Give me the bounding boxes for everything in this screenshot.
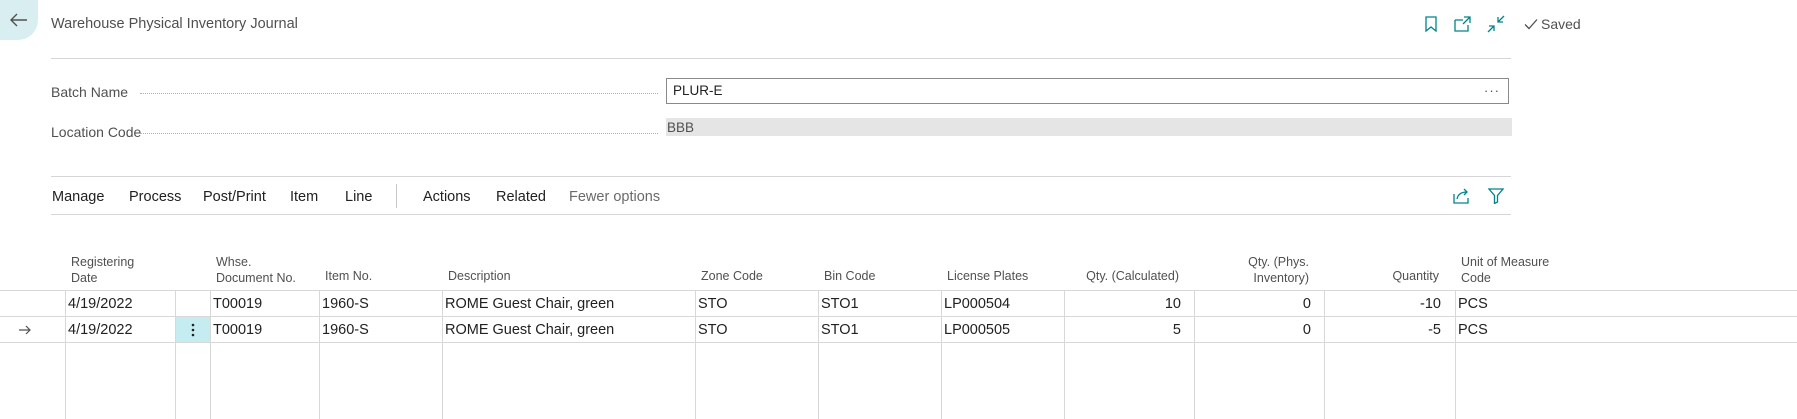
grid-line — [0, 290, 1797, 291]
menu-separator — [396, 184, 397, 208]
cell-whse-document-no[interactable]: T00019 — [213, 291, 262, 317]
cell-bin-code[interactable]: STO1 — [821, 317, 859, 343]
cell-qty-phys-inventory[interactable]: 0 — [1200, 317, 1311, 343]
cell-whse-document-no[interactable]: T00019 — [213, 317, 262, 343]
batch-name-label: Batch Name — [51, 84, 129, 100]
grid-col-line — [1064, 291, 1065, 419]
col-quantity[interactable]: Quantity — [1330, 268, 1439, 284]
cell-qty-calculated[interactable]: 5 — [1070, 317, 1181, 343]
location-code-label: Location Code — [51, 124, 142, 140]
cell-registering-date[interactable]: 4/19/2022 — [68, 317, 133, 343]
menu-line[interactable]: Line — [345, 189, 372, 205]
cell-bin-code[interactable]: STO1 — [821, 291, 859, 317]
cell-registering-date[interactable]: 4/19/2022 — [68, 291, 133, 317]
col-qty-phys-inventory[interactable]: Qty. (Phys. Inventory) — [1200, 254, 1309, 286]
col-item-no[interactable]: Item No. — [325, 268, 372, 284]
filter-icon — [1488, 188, 1504, 204]
cell-zone-code[interactable]: STO — [698, 291, 728, 317]
menu-actions[interactable]: Actions — [423, 189, 471, 205]
col-qty-calculated[interactable]: Qty. (Calculated) — [1070, 268, 1179, 284]
cell-license-plates[interactable]: LP000505 — [944, 317, 1010, 343]
cell-zone-code[interactable]: STO — [698, 317, 728, 343]
grid-col-line — [175, 291, 176, 419]
cell-description[interactable]: ROME Guest Chair, green — [445, 291, 614, 317]
location-code-leader — [140, 133, 658, 134]
saved-status: Saved — [1524, 16, 1581, 32]
open-in-new-window-icon — [1454, 16, 1471, 32]
menu-process[interactable]: Process — [129, 189, 181, 205]
grid-col-line — [818, 291, 819, 419]
cell-unit-of-measure[interactable]: PCS — [1458, 291, 1488, 317]
grid-col-line — [1324, 291, 1325, 419]
cell-quantity[interactable]: -10 — [1330, 291, 1441, 317]
grid-col-line — [695, 291, 696, 419]
fields-divider — [51, 176, 1511, 177]
row-actions-button[interactable] — [176, 317, 210, 342]
col-registering-date[interactable]: Registering Date — [71, 254, 134, 286]
batch-name-field[interactable]: PLUR-E ··· — [666, 78, 1509, 104]
grid-col-line — [1194, 291, 1195, 419]
cell-item-no[interactable]: 1960-S — [322, 291, 369, 317]
share-icon — [1453, 188, 1469, 204]
grid-line — [0, 316, 1797, 317]
share-button[interactable] — [1452, 186, 1472, 206]
collapse-button[interactable] — [1486, 14, 1506, 34]
header-divider — [51, 58, 1511, 59]
grid-col-line — [210, 291, 211, 419]
menu-post-print[interactable]: Post/Print — [203, 189, 266, 205]
grid-line — [0, 342, 1797, 343]
col-unit-of-measure-code[interactable]: Unit of Measure Code — [1461, 254, 1549, 286]
cell-description[interactable]: ROME Guest Chair, green — [445, 317, 614, 343]
cell-quantity[interactable]: -5 — [1330, 317, 1441, 343]
selected-row-indicator — [18, 323, 32, 339]
arrow-right-icon — [19, 325, 31, 335]
grid-col-line — [65, 291, 66, 419]
col-whse-document-no[interactable]: Whse. Document No. — [216, 254, 296, 286]
checkmark-icon — [1524, 19, 1538, 30]
back-button[interactable] — [0, 0, 38, 40]
saved-label: Saved — [1541, 16, 1581, 32]
menu-related[interactable]: Related — [496, 189, 546, 205]
filter-button[interactable] — [1486, 186, 1506, 206]
cell-item-no[interactable]: 1960-S — [322, 317, 369, 343]
bookmark-button[interactable] — [1421, 14, 1441, 34]
cell-unit-of-measure[interactable]: PCS — [1458, 317, 1488, 343]
col-license-plates[interactable]: License Plates — [947, 268, 1028, 284]
menu-item[interactable]: Item — [290, 189, 318, 205]
grid-col-line — [941, 291, 942, 419]
cell-license-plates[interactable]: LP000504 — [944, 291, 1010, 317]
col-zone-code[interactable]: Zone Code — [701, 268, 763, 284]
cell-qty-phys-inventory[interactable]: 0 — [1200, 291, 1311, 317]
collapse-icon — [1487, 15, 1505, 33]
arrow-left-icon — [10, 13, 27, 27]
batch-name-value: PLUR-E — [673, 83, 723, 98]
vertical-ellipsis-icon — [191, 323, 195, 336]
location-code-field: BBB — [666, 118, 1512, 136]
open-new-window-button[interactable] — [1453, 14, 1473, 34]
menu-manage[interactable]: Manage — [52, 189, 104, 205]
page-title: Warehouse Physical Inventory Journal — [51, 16, 298, 32]
col-bin-code[interactable]: Bin Code — [824, 268, 875, 284]
menu-divider — [51, 214, 1511, 215]
menu-fewer-options[interactable]: Fewer options — [569, 189, 660, 205]
bookmark-icon — [1425, 16, 1437, 32]
batch-name-leader — [140, 93, 658, 94]
grid-col-line — [442, 291, 443, 419]
grid-col-line — [1455, 291, 1456, 419]
cell-qty-calculated[interactable]: 10 — [1070, 291, 1181, 317]
batch-lookup-button[interactable]: ··· — [1484, 79, 1500, 103]
col-description[interactable]: Description — [448, 268, 511, 284]
grid-col-line — [319, 291, 320, 419]
